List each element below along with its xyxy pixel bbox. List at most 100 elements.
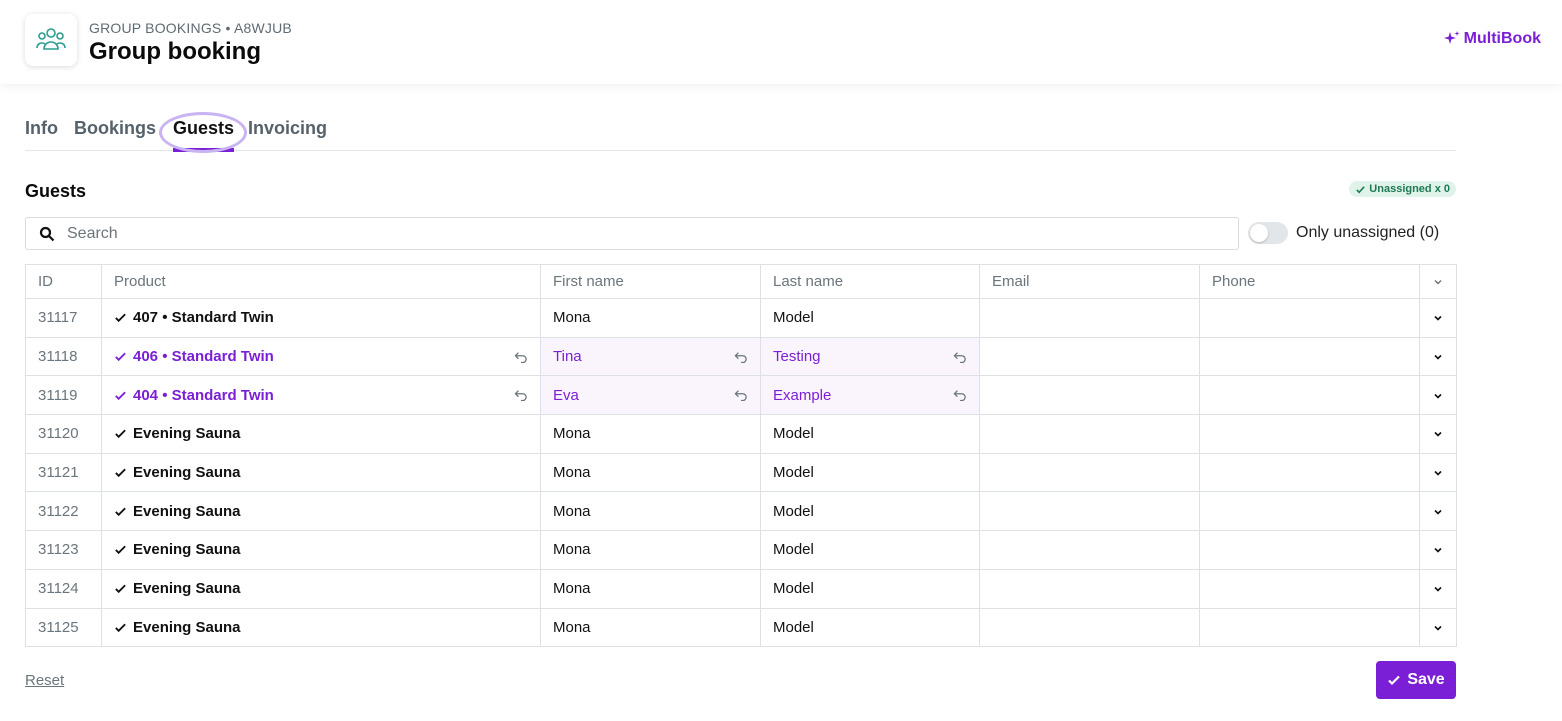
cell-phone[interactable] — [1199, 568, 1420, 609]
row-expand-button[interactable] — [1419, 298, 1457, 338]
tab-invoicing[interactable]: Invoicing — [248, 118, 327, 139]
cell-email[interactable] — [979, 530, 1200, 570]
column-header-id[interactable]: ID — [25, 264, 102, 299]
only-unassigned-filter[interactable]: Only unassigned (0) — [1248, 222, 1439, 244]
undo-icon[interactable] — [514, 389, 528, 402]
cell-id: 31121 — [25, 452, 102, 493]
row-expand-button[interactable] — [1419, 530, 1457, 570]
row-expand-button[interactable] — [1419, 336, 1457, 377]
cell-phone[interactable] — [1199, 452, 1420, 493]
cell-first-name[interactable]: Mona — [540, 298, 761, 338]
cell-last-name[interactable]: Model — [760, 414, 980, 454]
product-label: Evening Sauna — [133, 502, 241, 520]
cell-product[interactable]: Evening Sauna — [101, 414, 541, 454]
last-name-value: Model — [773, 464, 814, 482]
column-menu-button[interactable] — [1419, 264, 1457, 299]
cell-product[interactable]: Evening Sauna — [101, 452, 541, 493]
row-expand-button[interactable] — [1419, 607, 1457, 648]
row-expand-button[interactable] — [1419, 375, 1457, 416]
unassigned-badge: Unassigned x 0 — [1349, 181, 1456, 197]
table-row[interactable]: 31117 407 • Standard Twin Mona Model — [25, 298, 1457, 338]
cell-last-name[interactable]: Testing — [760, 336, 980, 377]
cell-product[interactable]: 404 • Standard Twin — [101, 375, 541, 416]
multibook-link[interactable]: MultiBook — [1443, 30, 1541, 48]
undo-icon[interactable] — [953, 351, 967, 363]
reset-link[interactable]: Reset — [25, 672, 64, 689]
cell-phone[interactable] — [1199, 298, 1420, 338]
first-name-value: Mona — [553, 618, 591, 636]
check-icon — [1388, 675, 1401, 686]
cell-product[interactable]: Evening Sauna — [101, 607, 541, 648]
only-unassigned-toggle[interactable] — [1248, 222, 1288, 244]
cell-first-name[interactable]: Mona — [540, 414, 761, 454]
cell-product[interactable]: 407 • Standard Twin — [101, 298, 541, 338]
table-row[interactable]: 31124 Evening Sauna Mona Model — [25, 568, 1457, 609]
row-expand-button[interactable] — [1419, 414, 1457, 454]
cell-email[interactable] — [979, 452, 1200, 493]
column-header-email[interactable]: Email — [979, 264, 1200, 299]
cell-phone[interactable] — [1199, 336, 1420, 377]
cell-first-name[interactable]: Mona — [540, 530, 761, 570]
undo-icon[interactable] — [953, 389, 967, 402]
cell-product[interactable]: Evening Sauna — [101, 530, 541, 570]
product-label: Evening Sauna — [133, 464, 241, 482]
table-row[interactable]: 31121 Evening Sauna Mona Model — [25, 452, 1457, 493]
row-expand-button[interactable] — [1419, 452, 1457, 493]
cell-product[interactable]: 406 • Standard Twin — [101, 336, 541, 377]
table-row[interactable]: 31122 Evening Sauna Mona Model — [25, 491, 1457, 532]
cell-email[interactable] — [979, 607, 1200, 648]
table-row[interactable]: 31118 406 • Standard Twin Tina Testing — [25, 336, 1457, 377]
tab-info[interactable]: Info — [25, 118, 58, 139]
cell-email[interactable] — [979, 568, 1200, 609]
cell-last-name[interactable]: Example — [760, 375, 980, 416]
table-row[interactable]: 31125 Evening Sauna Mona Model — [25, 607, 1457, 648]
breadcrumb: GROUP BOOKINGS • A8WJUB — [89, 20, 292, 36]
search-box[interactable] — [25, 217, 1239, 250]
row-expand-button[interactable] — [1419, 491, 1457, 532]
cell-first-name[interactable]: Eva — [540, 375, 761, 416]
table-header-row: ID Product First name Last name Email Ph… — [25, 264, 1457, 299]
cell-first-name[interactable]: Mona — [540, 491, 761, 532]
column-header-first-name[interactable]: First name — [540, 264, 761, 299]
cell-phone[interactable] — [1199, 414, 1420, 454]
column-header-product[interactable]: Product — [101, 264, 541, 299]
first-name-value: Mona — [553, 309, 591, 327]
cell-email[interactable] — [979, 414, 1200, 454]
cell-email[interactable] — [979, 375, 1200, 416]
cell-email[interactable] — [979, 298, 1200, 338]
row-expand-button[interactable] — [1419, 568, 1457, 609]
cell-last-name[interactable]: Model — [760, 298, 980, 338]
first-name-value: Mona — [553, 425, 591, 443]
check-icon — [115, 623, 126, 632]
cell-phone[interactable] — [1199, 491, 1420, 532]
cell-last-name[interactable]: Model — [760, 530, 980, 570]
cell-first-name[interactable]: Tina — [540, 336, 761, 377]
cell-last-name[interactable]: Model — [760, 491, 980, 532]
cell-phone[interactable] — [1199, 375, 1420, 416]
cell-first-name[interactable]: Mona — [540, 568, 761, 609]
cell-product[interactable]: Evening Sauna — [101, 568, 541, 609]
check-icon — [115, 352, 126, 362]
search-input[interactable] — [67, 224, 1167, 243]
cell-first-name[interactable]: Mona — [540, 452, 761, 493]
cell-email[interactable] — [979, 491, 1200, 532]
cell-last-name[interactable]: Model — [760, 568, 980, 609]
undo-icon[interactable] — [734, 389, 748, 402]
cell-phone[interactable] — [1199, 607, 1420, 648]
undo-icon[interactable] — [734, 351, 748, 363]
undo-icon[interactable] — [514, 351, 528, 363]
table-row[interactable]: 31119 404 • Standard Twin Eva Example — [25, 375, 1457, 416]
cell-last-name[interactable]: Model — [760, 607, 980, 648]
column-header-phone[interactable]: Phone — [1199, 264, 1420, 299]
column-header-last-name[interactable]: Last name — [760, 264, 980, 299]
cell-product[interactable]: Evening Sauna — [101, 491, 541, 532]
tab-bookings[interactable]: Bookings — [74, 118, 156, 139]
cell-phone[interactable] — [1199, 530, 1420, 570]
table-row[interactable]: 31120 Evening Sauna Mona Model — [25, 414, 1457, 454]
save-button[interactable]: Save — [1376, 661, 1456, 699]
table-row[interactable]: 31123 Evening Sauna Mona Model — [25, 530, 1457, 570]
first-name-value: Mona — [553, 541, 591, 559]
cell-email[interactable] — [979, 336, 1200, 377]
cell-first-name[interactable]: Mona — [540, 607, 761, 648]
cell-last-name[interactable]: Model — [760, 452, 980, 493]
